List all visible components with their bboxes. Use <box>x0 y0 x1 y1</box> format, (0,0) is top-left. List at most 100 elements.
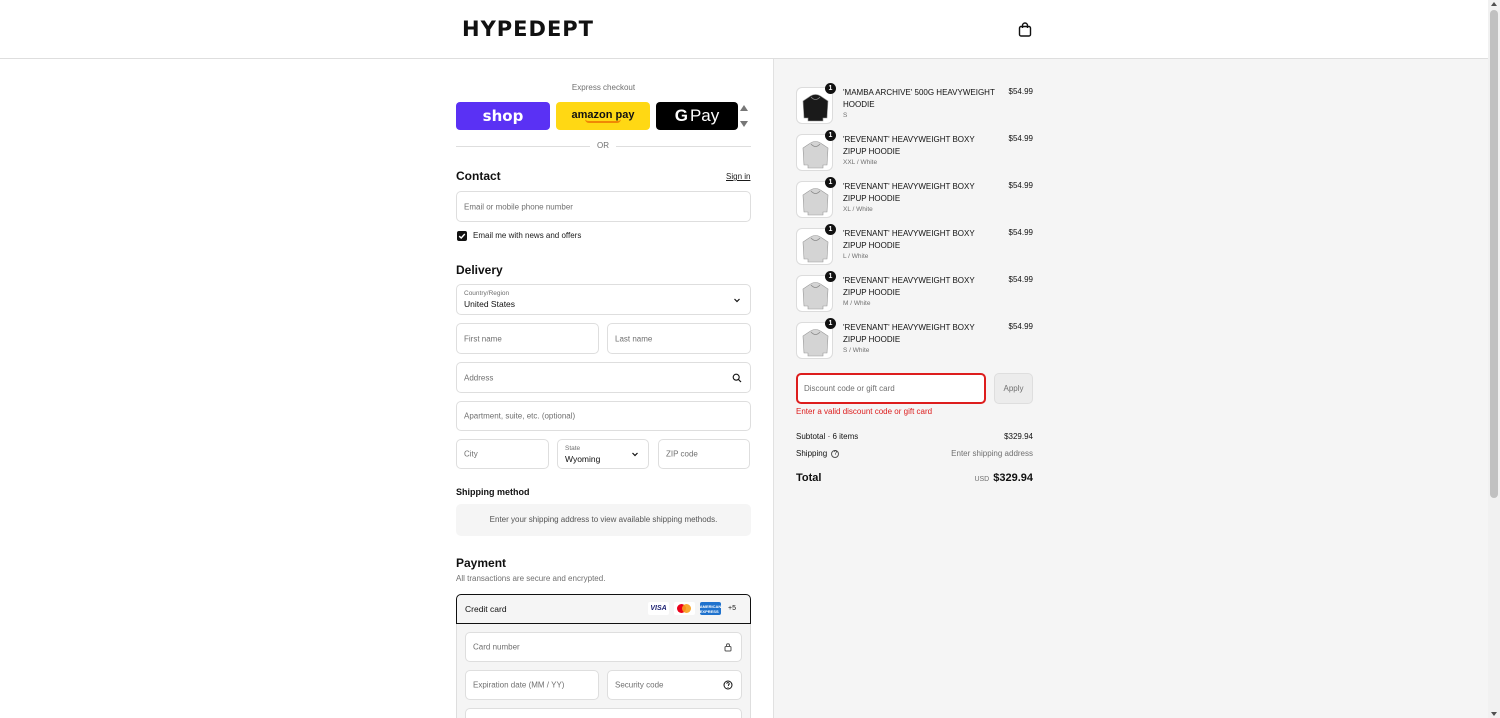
security-code-placeholder: Security code <box>615 680 664 690</box>
mastercard-icon <box>674 602 696 615</box>
cart-item: 1 'REVENANT' HEAVYWEIGHT BOXY ZIPUP HOODI… <box>796 271 1033 319</box>
google-g-icon: G <box>674 106 688 125</box>
first-name-field[interactable]: First name <box>456 323 599 354</box>
product-name: 'MAMBA ARCHIVE' 500G HEAVYWEIGHT HOODIE <box>843 88 995 109</box>
card-number-field[interactable]: Card number <box>465 632 742 662</box>
shipping-method-heading: Shipping method <box>456 487 530 497</box>
credit-card-form: Card number Expiration date (MM / YY) Se… <box>456 624 751 718</box>
discount-placeholder: Discount code or gift card <box>804 384 895 393</box>
amazon-pay-button[interactable]: amazon pay <box>556 102 650 130</box>
address-field[interactable]: Address <box>456 362 751 393</box>
product-name: 'REVENANT' HEAVYWEIGHT BOXY ZIPUP HOODIE <box>843 276 975 297</box>
or-divider-label: OR <box>590 141 616 150</box>
product-price: $54.99 <box>1008 134 1033 143</box>
cart-item: 1 'REVENANT' HEAVYWEIGHT BOXY ZIPUP HOODI… <box>796 224 1033 272</box>
security-code-field[interactable]: Security code <box>607 670 742 700</box>
site-header: HYPEDEPT <box>0 0 1488 59</box>
search-icon <box>732 373 742 382</box>
subtotal-row: Subtotal · 6 items $329.94 <box>796 432 1033 441</box>
subtotal-label: Subtotal · 6 items <box>796 432 859 441</box>
last-name-placeholder: Last name <box>615 334 653 343</box>
city-field[interactable]: City <box>456 439 549 469</box>
country-select[interactable]: Country/Region United States <box>456 284 751 315</box>
expiration-placeholder: Expiration date (MM / YY) <box>473 680 565 690</box>
scroll-down-arrow-icon[interactable] <box>1491 712 1497 716</box>
payment-heading: Payment <box>456 556 507 570</box>
arrow-down-icon[interactable] <box>740 121 748 127</box>
newsletter-label: Email me with news and offers <box>473 231 582 240</box>
help-icon[interactable]: ? <box>831 449 840 458</box>
product-price: $54.99 <box>1008 322 1033 331</box>
shipping-methods-message: Enter your shipping address to view avai… <box>489 515 718 524</box>
first-name-placeholder: First name <box>464 334 502 343</box>
address-placeholder: Address <box>464 373 494 382</box>
discount-code-field[interactable]: Discount code or gift card <box>796 373 986 404</box>
total-row: Total USD $329.94 <box>796 472 1033 484</box>
state-value: Wyoming <box>565 454 601 464</box>
checkmark-icon <box>458 233 466 239</box>
quantity-badge: 1 <box>825 318 836 329</box>
product-variant: XL / White <box>843 206 873 213</box>
country-label: Country/Region <box>464 290 510 297</box>
zip-placeholder: ZIP code <box>666 449 698 459</box>
discount-error-message: Enter a valid discount code or gift card <box>796 407 933 416</box>
apartment-placeholder: Apartment, suite, etc. (optional) <box>464 411 576 421</box>
amazon-smile-icon <box>585 119 621 123</box>
apply-discount-button[interactable]: Apply <box>994 373 1033 404</box>
quantity-badge: 1 <box>825 177 836 188</box>
credit-card-option[interactable]: Credit card VISA AMERICAN EXPRESS +5 <box>456 594 751 624</box>
amex-icon: AMERICAN EXPRESS <box>699 602 722 615</box>
store-logo[interactable]: HYPEDEPT <box>462 17 594 41</box>
last-name-field[interactable]: Last name <box>607 323 751 354</box>
quantity-badge: 1 <box>825 224 836 235</box>
sign-in-link[interactable]: Sign in <box>726 172 750 181</box>
delivery-heading: Delivery <box>456 263 503 277</box>
city-placeholder: City <box>464 449 478 459</box>
shipping-methods-placeholder: Enter your shipping address to view avai… <box>456 504 751 536</box>
product-price: $54.99 <box>1008 275 1033 284</box>
email-field[interactable]: Email or mobile phone number <box>456 191 751 222</box>
product-price: $54.99 <box>1008 181 1033 190</box>
help-circle-icon[interactable] <box>723 680 733 690</box>
name-on-card-field[interactable] <box>465 708 742 718</box>
cart-item: 1 'MAMBA ARCHIVE' 500G HEAVYWEIGHT HOODIE… <box>796 83 1033 131</box>
product-price: $54.99 <box>1008 87 1033 96</box>
zip-field[interactable]: ZIP code <box>658 439 750 469</box>
express-checkout-label: Express checkout <box>571 83 636 92</box>
cart-item: 1 'REVENANT' HEAVYWEIGHT BOXY ZIPUP HOODI… <box>796 318 1033 366</box>
product-variant: S / White <box>843 347 870 354</box>
more-cards-badge: +5 <box>728 605 736 612</box>
newsletter-checkbox[interactable] <box>457 231 467 241</box>
product-price: $54.99 <box>1008 228 1033 237</box>
quantity-badge: 1 <box>825 130 836 141</box>
card-number-placeholder: Card number <box>473 642 520 652</box>
google-pay-button[interactable]: G Pay <box>656 102 738 130</box>
contact-heading: Contact <box>456 169 501 183</box>
expiration-field[interactable]: Expiration date (MM / YY) <box>465 670 599 700</box>
shop-pay-button[interactable]: shop <box>456 102 550 130</box>
scroll-up-arrow-icon[interactable] <box>1491 2 1497 6</box>
arrow-up-icon[interactable] <box>740 105 748 111</box>
cart-item: 1 'REVENANT' HEAVYWEIGHT BOXY ZIPUP HOODI… <box>796 130 1033 178</box>
total-label: Total <box>796 472 822 484</box>
state-select[interactable]: State Wyoming <box>557 439 649 469</box>
quantity-badge: 1 <box>825 271 836 282</box>
scrollbar-thumb[interactable] <box>1490 10 1498 498</box>
credit-card-label: Credit card <box>465 604 507 614</box>
shopping-bag-icon[interactable] <box>1018 22 1032 37</box>
shop-pay-label: shop <box>482 107 524 125</box>
product-variant: L / White <box>843 253 869 260</box>
product-name: 'REVENANT' HEAVYWEIGHT BOXY ZIPUP HOODIE <box>843 229 975 250</box>
quantity-badge: 1 <box>825 83 836 94</box>
total-currency: USD <box>974 476 990 483</box>
product-variant: S <box>843 112 848 119</box>
cart-item: 1 'REVENANT' HEAVYWEIGHT BOXY ZIPUP HOODI… <box>796 177 1033 225</box>
payment-security-note: All transactions are secure and encrypte… <box>456 574 606 583</box>
apartment-field[interactable]: Apartment, suite, etc. (optional) <box>456 401 751 431</box>
shipping-label: Shipping <box>796 449 828 458</box>
more-payment-options-scroller[interactable] <box>740 104 748 128</box>
page-scrollbar[interactable] <box>1488 0 1500 718</box>
product-variant: XXL / White <box>843 159 878 166</box>
chevron-down-icon <box>632 452 638 457</box>
product-name: 'REVENANT' HEAVYWEIGHT BOXY ZIPUP HOODIE <box>843 135 975 156</box>
